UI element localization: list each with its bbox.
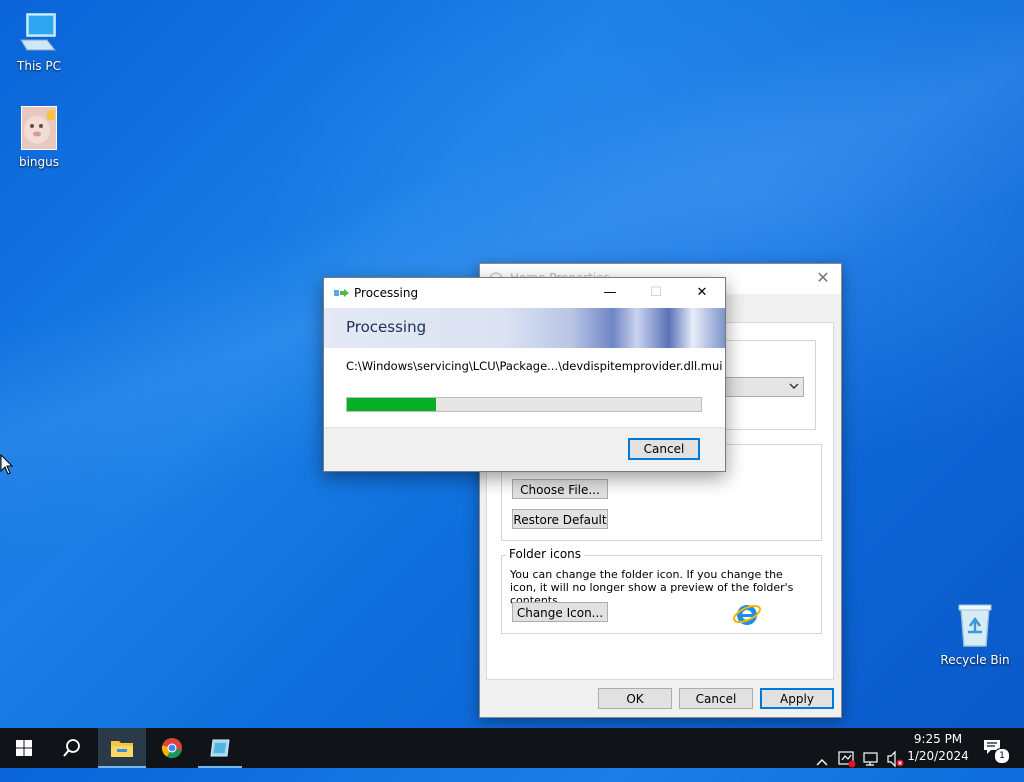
desktop-icon-recycle-bin[interactable]: Recycle Bin [937, 602, 1013, 667]
internet-explorer-icon [733, 604, 761, 625]
change-icon-button[interactable]: Change Icon... [512, 602, 608, 622]
progress-bar-fill [347, 398, 436, 411]
start-button[interactable] [0, 728, 48, 768]
network-icon[interactable] [862, 739, 880, 779]
choose-file-button[interactable]: Choose File... [512, 479, 608, 499]
clock-date: 1/20/2024 [907, 749, 969, 763]
desktop-icon-this-pc[interactable]: This PC [1, 10, 77, 73]
processing-dialog: Processing — ☐ ✕ Processing C:\Windows\s… [323, 277, 726, 472]
desktop-icon-label: Recycle Bin [940, 653, 1010, 667]
file-explorer-icon [111, 741, 133, 757]
cancel-button[interactable]: Cancel [679, 688, 753, 709]
restore-default-button[interactable]: Restore Default [512, 509, 608, 529]
taskbar-file-explorer[interactable] [98, 728, 146, 768]
desktop-icon-bingus[interactable]: bingus [1, 104, 77, 169]
ok-button[interactable]: OK [598, 688, 672, 709]
image-thumbnail-icon [21, 106, 57, 150]
progress-bar [346, 397, 702, 412]
action-center-button[interactable]: 1 [980, 728, 1010, 768]
properties-close-button[interactable]: ✕ [813, 268, 833, 288]
recycle-bin-icon [958, 604, 992, 647]
processing-banner: Processing [324, 308, 725, 348]
pc-icon [20, 13, 57, 51]
close-button[interactable]: ✕ [679, 278, 725, 308]
taskbar: 9:25 PM 1/20/2024 1 [0, 728, 1024, 768]
processing-title-bar[interactable]: Processing — ☐ ✕ [324, 278, 725, 308]
processing-body: C:\Windows\servicing\LCU\Package...\devd… [324, 348, 725, 428]
taskbar-clock[interactable]: 9:25 PM 1/20/2024 [906, 731, 970, 765]
file-copy-icon [334, 289, 349, 297]
search-button[interactable] [48, 728, 96, 768]
apply-button[interactable]: Apply [760, 688, 834, 709]
windows-logo-icon [16, 740, 32, 756]
chevron-down-icon [789, 383, 799, 389]
processing-banner-title: Processing [346, 318, 427, 336]
app-window-icon [210, 739, 230, 757]
security-alert-icon[interactable] [838, 739, 856, 779]
desktop-icon-label: This PC [17, 59, 61, 73]
taskbar-app[interactable] [198, 728, 242, 768]
processing-separator [324, 427, 725, 428]
chevron-up-icon[interactable] [815, 742, 829, 782]
folder-icons-group: Folder icons You can change the folder i… [501, 547, 822, 634]
search-icon [63, 739, 80, 757]
folder-icons-legend: Folder icons [506, 547, 585, 561]
taskbar-chrome[interactable] [148, 728, 196, 768]
current-file-path: C:\Windows\servicing\LCU\Package...\devd… [346, 359, 723, 373]
volume-muted-icon[interactable] [886, 739, 906, 779]
notification-count-badge: 1 [994, 748, 1010, 764]
maximize-button: ☐ [650, 285, 662, 300]
clock-time: 9:25 PM [913, 732, 963, 746]
chrome-icon [161, 738, 182, 759]
processing-cancel-button[interactable]: Cancel [628, 438, 700, 460]
minimize-button[interactable]: — [587, 278, 633, 308]
desktop-icon-label: bingus [18, 155, 60, 169]
processing-window-title: Processing [354, 286, 419, 300]
mouse-cursor-icon [0, 454, 14, 475]
